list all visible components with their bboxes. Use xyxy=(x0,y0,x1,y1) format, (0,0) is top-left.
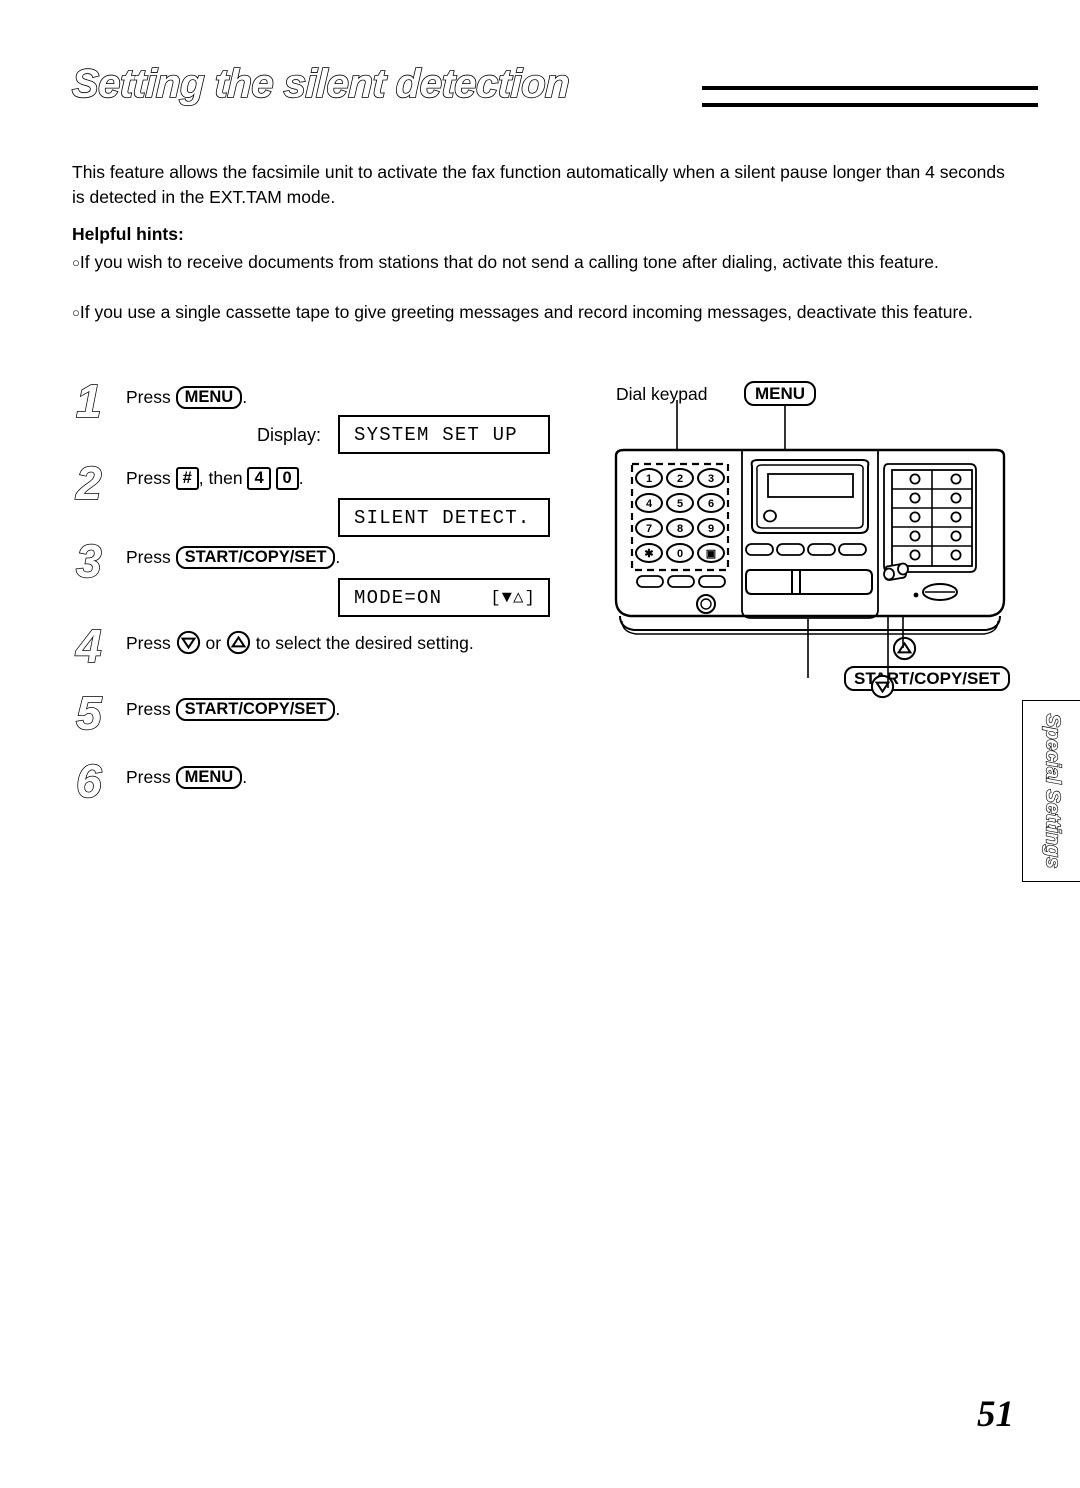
list-item: ○If you use a single cassette tape to gi… xyxy=(72,300,1002,325)
page-title: Setting the silent detection xyxy=(70,61,570,107)
step-punctuation: . xyxy=(335,547,341,567)
keypad-key-4: 4 xyxy=(646,498,653,510)
lcd-display: SYSTEM SET UP xyxy=(338,415,550,454)
step-instruction: Press MENU. xyxy=(126,386,247,409)
step-punctuation: . xyxy=(242,767,248,787)
lcd-text: MODE=ON xyxy=(354,586,443,609)
step-tail-text: to select the desired setting. xyxy=(255,633,474,653)
press-label: Press xyxy=(126,767,171,787)
digit-0-key[interactable]: 0 xyxy=(275,467,299,490)
digit-4-key[interactable]: 4 xyxy=(247,467,271,490)
press-label: Press xyxy=(126,699,171,719)
keypad-key-hash: ▣ xyxy=(706,548,716,560)
keypad-key-5: 5 xyxy=(677,498,683,510)
step-number: 6 xyxy=(75,755,102,807)
press-label: Press xyxy=(126,633,171,653)
manual-page: Setting the silent detection This featur… xyxy=(0,0,1080,1488)
step-number: 5 xyxy=(75,687,102,739)
hash-key[interactable]: # xyxy=(175,467,199,490)
press-label: Press xyxy=(126,387,171,407)
step-punctuation: . xyxy=(298,468,304,488)
section-tab-label: Special Settings xyxy=(1040,713,1063,869)
keypad-key-2: 2 xyxy=(677,473,683,485)
step-instruction: Press START/COPY/SET. xyxy=(126,546,340,569)
step-instruction: Press #, then 4 0. xyxy=(126,467,304,490)
lcd-display: MODE=ON [▼△] xyxy=(338,578,550,617)
keypad-key-8: 8 xyxy=(677,523,683,535)
press-label: Press xyxy=(126,468,171,488)
step-instruction: Press or to select the desired setting. xyxy=(126,630,474,660)
machine-line-art: 1 2 3 4 5 6 7 8 9 ✱ 0 ▣ xyxy=(614,400,1006,688)
step-number: 1 xyxy=(75,375,102,427)
helpful-hints-heading: Helpful hints: xyxy=(72,224,184,244)
start-copy-set-key[interactable]: START/COPY/SET xyxy=(175,698,336,721)
lcd-display: SILENT DETECT. xyxy=(338,498,550,537)
title-block: Setting the silent detection xyxy=(70,61,1038,120)
step-number: 2 xyxy=(75,457,102,509)
keypad-key-6: 6 xyxy=(708,498,714,510)
step-instruction: Press MENU. xyxy=(126,766,247,789)
lcd-text: SILENT DETECT. xyxy=(354,506,531,529)
fax-machine-illustration: Dial keypad MENU START/COPY/SET 1 2 3 4 … xyxy=(600,378,1020,708)
keypad-key-1: 1 xyxy=(646,473,652,485)
step-punctuation: . xyxy=(335,699,341,719)
step-punctuation: . xyxy=(242,387,248,407)
press-label: Press xyxy=(126,547,171,567)
keypad-key-7: 7 xyxy=(646,523,652,535)
page-number: 51 xyxy=(977,1394,1014,1435)
bullet-icon: ○ xyxy=(72,305,80,320)
up-arrow-key[interactable] xyxy=(226,630,251,660)
title-rule xyxy=(702,86,1038,107)
or-label: or xyxy=(205,633,222,653)
display-label: Display: xyxy=(257,425,322,445)
bullet-icon: ○ xyxy=(72,255,80,270)
keypad-key-star: ✱ xyxy=(644,548,653,560)
down-arrow-key[interactable] xyxy=(176,630,201,660)
menu-key[interactable]: MENU xyxy=(175,386,243,409)
list-item: ○If you wish to receive documents from s… xyxy=(72,250,1002,275)
hint-text: If you wish to receive documents from st… xyxy=(79,252,939,272)
then-label: , then xyxy=(198,468,243,488)
start-copy-set-key[interactable]: START/COPY/SET xyxy=(175,546,336,569)
hint-text: If you use a single cassette tape to giv… xyxy=(79,302,973,322)
keypad-key-9: 9 xyxy=(708,523,714,535)
step-number: 3 xyxy=(75,535,102,587)
step-number: 4 xyxy=(75,620,102,672)
lcd-text: SYSTEM SET UP xyxy=(354,423,518,446)
section-tab: Special Settings xyxy=(1022,700,1080,882)
menu-key[interactable]: MENU xyxy=(175,766,243,789)
intro-paragraph: This feature allows the facsimile unit t… xyxy=(72,162,1005,207)
keypad-key-3: 3 xyxy=(708,473,714,485)
lcd-arrow-hint: [▼△] xyxy=(490,589,536,608)
keypad-key-0: 0 xyxy=(677,548,683,560)
step-instruction: Press START/COPY/SET. xyxy=(126,698,340,721)
